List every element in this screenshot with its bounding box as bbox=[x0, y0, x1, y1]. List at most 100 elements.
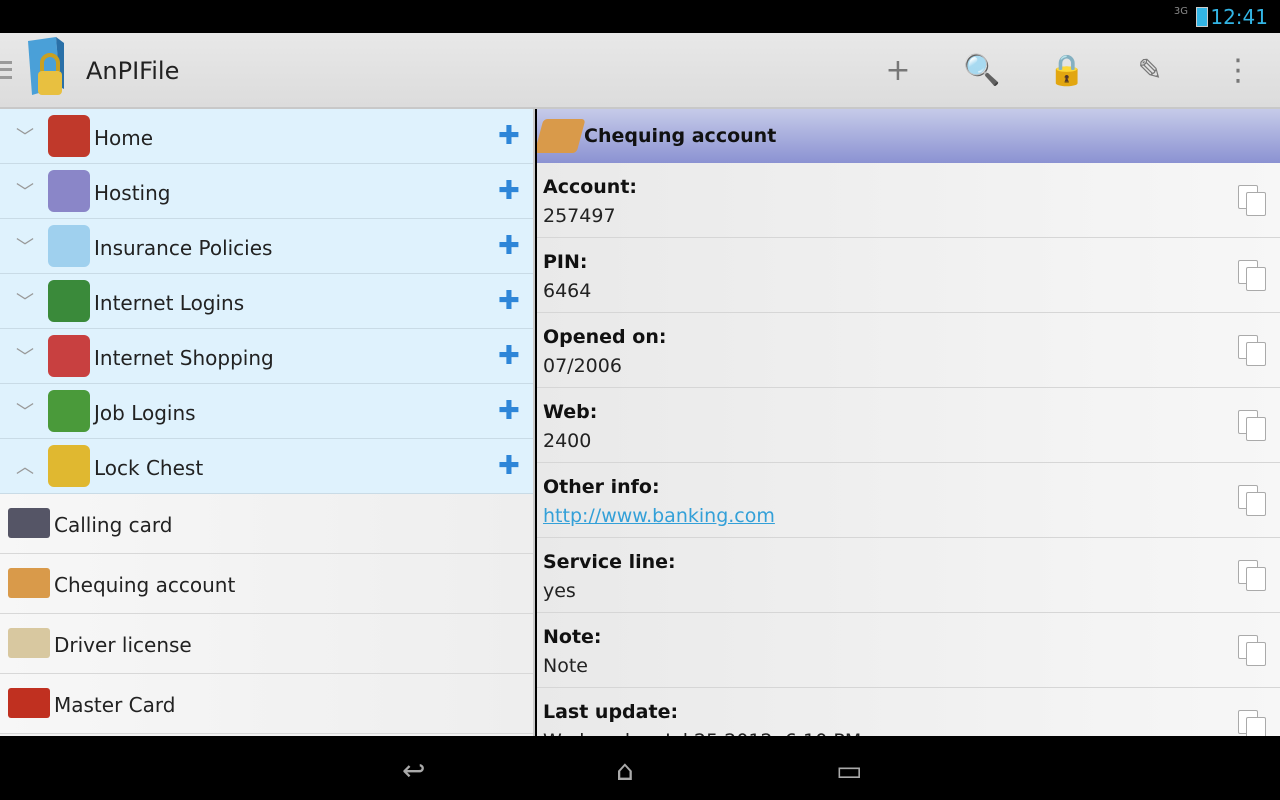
detail-pane: Chequing account Account: 257497 PIN: 64… bbox=[537, 109, 1280, 736]
detail-field: Note: Note bbox=[537, 613, 1280, 688]
app-title: AnPIFile bbox=[86, 57, 180, 85]
field-label: Web: bbox=[543, 401, 598, 423]
chevron-up-icon[interactable]: ︿ bbox=[16, 453, 34, 479]
list-item[interactable]: Driver license bbox=[0, 614, 533, 674]
field-value[interactable]: http://www.banking.com bbox=[543, 505, 775, 527]
detail-header: Chequing account bbox=[537, 109, 1280, 163]
item-icon bbox=[8, 688, 50, 718]
chevron-down-icon[interactable]: ﹀ bbox=[16, 178, 34, 204]
chevron-down-icon[interactable]: ﹀ bbox=[16, 288, 34, 314]
copy-icon[interactable] bbox=[1238, 185, 1268, 217]
list-item[interactable]: Chequing account bbox=[0, 554, 533, 614]
copy-icon[interactable] bbox=[1238, 560, 1268, 592]
detail-field: Web: 2400 bbox=[537, 388, 1280, 463]
item-label: Chequing account bbox=[54, 573, 236, 597]
item-label: Driver license bbox=[54, 633, 192, 657]
field-label: PIN: bbox=[543, 251, 588, 273]
add-item-button[interactable]: ✚ bbox=[498, 453, 520, 479]
action-bar: AnPIFile + 🔍 🔒 ✎ ⋮ bbox=[0, 33, 1280, 109]
navigation-bar: ↩ ⌂ ▭ bbox=[0, 736, 1280, 800]
group-label: Hosting bbox=[94, 181, 171, 205]
detail-field: Last update: Wednesday, Jul 25 2012, 6:1… bbox=[537, 688, 1280, 736]
detail-field: Service line: yes bbox=[537, 538, 1280, 613]
add-item-button[interactable]: ✚ bbox=[498, 233, 520, 259]
group-icon bbox=[48, 170, 90, 212]
copy-icon[interactable] bbox=[1238, 710, 1268, 736]
field-value: yes bbox=[543, 580, 576, 602]
copy-icon[interactable] bbox=[1238, 485, 1268, 517]
detail-field: Opened on: 07/2006 bbox=[537, 313, 1280, 388]
field-label: Account: bbox=[543, 176, 638, 198]
group-home[interactable]: ﹀ Home ✚ bbox=[0, 109, 533, 164]
detail-field: PIN: 6464 bbox=[537, 238, 1280, 313]
field-label: Other info: bbox=[543, 476, 660, 498]
item-label: Calling card bbox=[54, 513, 173, 537]
battery-icon bbox=[1196, 7, 1208, 27]
group-label: Internet Shopping bbox=[94, 346, 274, 370]
list-item[interactable]: Calling card bbox=[0, 494, 533, 554]
overflow-button[interactable]: ⋮ bbox=[1218, 51, 1258, 91]
detail-title: Chequing account bbox=[584, 125, 777, 147]
chevron-down-icon[interactable]: ﹀ bbox=[16, 343, 34, 369]
group-lock-chest[interactable]: ︿ Lock Chest ✚ bbox=[0, 439, 533, 494]
copy-icon[interactable] bbox=[1238, 260, 1268, 292]
clock: 12:41 bbox=[1210, 5, 1268, 29]
group-icon bbox=[48, 390, 90, 432]
group-job-logins[interactable]: ﹀ Job Logins ✚ bbox=[0, 384, 533, 439]
lock-button[interactable]: 🔒 bbox=[1047, 51, 1087, 91]
copy-icon[interactable] bbox=[1238, 410, 1268, 442]
chequing-account-icon bbox=[537, 119, 586, 153]
chevron-down-icon[interactable]: ﹀ bbox=[16, 398, 34, 424]
group-icon bbox=[48, 445, 90, 487]
group-internet-logins[interactable]: ﹀ Internet Logins ✚ bbox=[0, 274, 533, 329]
item-icon bbox=[8, 508, 50, 538]
search-button[interactable]: 🔍 bbox=[962, 51, 1002, 91]
group-icon bbox=[48, 280, 90, 322]
detail-field: Account: 257497 bbox=[537, 163, 1280, 238]
add-item-button[interactable]: ✚ bbox=[498, 178, 520, 204]
add-item-button[interactable]: ✚ bbox=[498, 398, 520, 424]
list-item[interactable]: Master Card bbox=[0, 674, 533, 734]
group-label: Job Logins bbox=[94, 401, 196, 425]
field-value: 2400 bbox=[543, 430, 592, 452]
add-item-button[interactable]: ✚ bbox=[498, 288, 520, 314]
field-value: 6464 bbox=[543, 280, 592, 302]
field-label: Service line: bbox=[543, 551, 676, 573]
add-item-button[interactable]: ✚ bbox=[498, 123, 520, 149]
add-button[interactable]: + bbox=[878, 51, 918, 91]
back-button[interactable]: ↩ bbox=[402, 754, 425, 787]
app-logo-icon[interactable] bbox=[20, 37, 68, 101]
copy-icon[interactable] bbox=[1238, 335, 1268, 367]
group-label: Home bbox=[94, 126, 154, 150]
field-label: Opened on: bbox=[543, 326, 667, 348]
add-item-button[interactable]: ✚ bbox=[498, 343, 520, 369]
group-hosting[interactable]: ﹀ Hosting ✚ bbox=[0, 164, 533, 219]
field-label: Note: bbox=[543, 626, 602, 648]
home-button[interactable]: ⌂ bbox=[616, 754, 634, 787]
item-icon bbox=[8, 628, 50, 658]
group-internet-shopping[interactable]: ﹀ Internet Shopping ✚ bbox=[0, 329, 533, 384]
group-icon bbox=[48, 115, 90, 157]
edit-layout-button[interactable]: ✎ bbox=[1130, 51, 1170, 91]
network-indicator: 3G bbox=[1173, 6, 1188, 17]
chevron-down-icon[interactable]: ﹀ bbox=[16, 123, 34, 149]
group-icon bbox=[48, 225, 90, 267]
group-icon bbox=[48, 335, 90, 377]
field-value: Note bbox=[543, 655, 588, 677]
detail-field: Other info: http://www.banking.com bbox=[537, 463, 1280, 538]
status-bar: 3G 12:41 bbox=[0, 0, 1280, 33]
copy-icon[interactable] bbox=[1238, 635, 1268, 667]
field-label: Last update: bbox=[543, 701, 679, 723]
group-label: Lock Chest bbox=[94, 456, 204, 480]
item-icon bbox=[8, 568, 50, 598]
group-label: Internet Logins bbox=[94, 291, 245, 315]
chevron-down-icon[interactable]: ﹀ bbox=[16, 233, 34, 259]
field-value: 257497 bbox=[543, 205, 616, 227]
category-list[interactable]: ﹀ Home ✚ ﹀ Hosting ✚ ﹀ Insurance Policies … bbox=[0, 109, 535, 736]
group-label: Insurance Policies bbox=[94, 236, 273, 260]
drawer-icon[interactable] bbox=[0, 61, 12, 79]
field-value: 07/2006 bbox=[543, 355, 622, 377]
group-insurance-policies[interactable]: ﹀ Insurance Policies ✚ bbox=[0, 219, 533, 274]
recents-button[interactable]: ▭ bbox=[836, 754, 862, 787]
item-label: Master Card bbox=[54, 693, 176, 717]
